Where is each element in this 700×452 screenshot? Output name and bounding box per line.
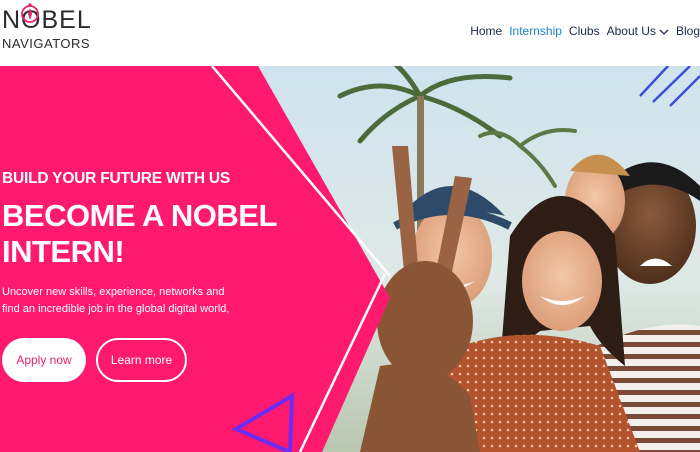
nav-internship[interactable]: Internship [509, 23, 562, 39]
subtitle-line-1: Uncover new skills, experience, networks… [2, 286, 225, 298]
hero-section: BUILD YOUR FUTURE WITH US BECOME A NOBEL… [0, 66, 700, 452]
hero-copy: BUILD YOUR FUTURE WITH US BECOME A NOBEL… [2, 170, 302, 318]
logo[interactable]: NOBEL NAVIGATORS [2, 3, 92, 58]
apply-now-button[interactable]: Apply now [2, 338, 86, 382]
hero-headline: BECOME A NOBEL INTERN! [2, 198, 302, 270]
headline-line-1: BECOME A NOBEL [2, 198, 277, 233]
site-header: NOBEL NAVIGATORS Home Internship Clubs A… [0, 0, 700, 66]
subtitle-line-2: find an incredible job in the global dig… [2, 303, 230, 315]
nav-home[interactable]: Home [470, 23, 502, 39]
nav-blog[interactable]: Blog [676, 23, 700, 39]
nav-about-us-label: About Us [606, 24, 656, 38]
main-nav: Home Internship Clubs About Us Blog [463, 22, 700, 40]
logo-tagline: NAVIGATORS [2, 36, 91, 51]
chevron-down-icon [659, 29, 669, 35]
hero-eyebrow: BUILD YOUR FUTURE WITH US [2, 170, 231, 187]
nav-clubs[interactable]: Clubs [569, 23, 600, 39]
logo-wordmark: NOBEL [2, 6, 92, 34]
hero-subtitle: Uncover new skills, experience, networks… [2, 284, 232, 318]
compass-icon [21, 3, 39, 23]
learn-more-button[interactable]: Learn more [96, 338, 187, 382]
headline-line-2: INTERN! [2, 234, 125, 269]
nav-about-us[interactable]: About Us [607, 23, 669, 39]
